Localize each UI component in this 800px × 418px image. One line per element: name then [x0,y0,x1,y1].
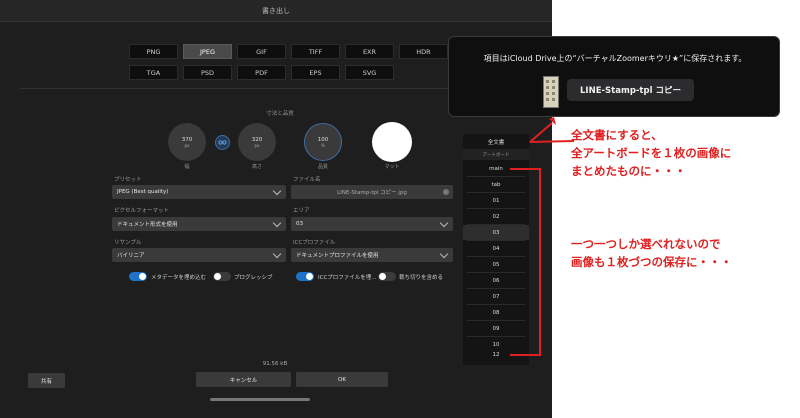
chevron-down-icon [272,186,282,196]
quality-label: 品質 [317,164,328,170]
icc-select[interactable]: ドキュメントプロファイルを使用 [291,248,453,262]
home-indicator [210,398,310,401]
format-jpeg[interactable]: JPEG [183,44,232,59]
note2-line: 一つ一つしか選べれないので [571,237,721,251]
annotation-note-1: 全文書にすると、 全アートボードを１枚の画像に まとめたものに・・・ [571,126,731,180]
include-bleed-toggle[interactable] [378,272,396,281]
list-item[interactable]: 01 [463,193,529,208]
annotation-bracket-top [510,168,540,170]
chevron-down-icon [439,249,449,259]
dialog-title: 書き出し [0,0,552,22]
list-item[interactable]: 05 [463,257,529,272]
list-item[interactable]: 02 [463,209,529,224]
resample-select[interactable]: バイリニア [112,248,286,262]
filename-input[interactable]: LINE-Stamp-tpl コピー.jpg [291,185,453,199]
list-item[interactable]: 06 [463,273,529,288]
embed-metadata-toggle[interactable] [129,272,147,281]
format-svg[interactable]: SVG [345,65,394,80]
note1-line: 全文書にすると、 [571,128,663,142]
width-label: 幅 [184,164,190,170]
annotation-note-2: 一つ一つしか選べれないので 画像も１枚づつの保存に・・・ [571,235,732,271]
preset-value: JPEG (Best quality) [117,189,169,195]
save-location-message: 項目はiCloud Drive上の“バーチャルZoomerキウリ★”に保存されま… [483,54,747,63]
width-dial[interactable]: 370 px [168,123,206,161]
matte-label: マット [384,164,400,170]
ok-button[interactable]: OK [296,372,388,387]
pixel-format-value: ドキュメント形式を使用 [117,222,178,228]
resample-value: バイリニア [117,253,145,259]
format-eps[interactable]: EPS [291,65,340,80]
quality-unit: % [321,142,325,148]
format-tiff[interactable]: TIFF [291,44,340,59]
format-hdr[interactable]: HDR [399,44,448,59]
share-button[interactable]: 共有 [28,373,65,388]
list-item[interactable]: tab [463,177,529,192]
list-item[interactable]: 08 [463,305,529,320]
embed-icc-label: ICCプロファイルを埋... [318,275,377,281]
resample-label: リサンプル [114,240,142,246]
filename-label: ファイル名 [293,177,321,183]
icc-label: ICCプロファイル [293,240,336,246]
link-aspect-button[interactable] [215,135,230,150]
document-thumbnail-icon [546,80,555,101]
format-pdf[interactable]: PDF [237,65,286,80]
chevron-down-icon [272,218,282,228]
embed-icc-toggle[interactable] [296,272,314,281]
format-gif[interactable]: GIF [237,44,286,59]
save-location-popup: 項目はiCloud Drive上の“バーチャルZoomerキウリ★”に保存されま… [448,36,780,117]
pixel-format-label: ピクセルフォーマット [114,208,170,214]
progressive-label: プログレッシブ [234,275,273,281]
preset-select[interactable]: JPEG (Best quality) [112,185,286,199]
pixel-format-select[interactable]: ドキュメント形式を使用 [112,217,286,231]
list-item[interactable]: 09 [463,321,529,336]
area-value: 03 [296,221,303,227]
embed-metadata-label: メタデータを埋め込む [151,275,207,281]
height-label: 高さ [251,164,262,170]
chevron-down-icon [272,249,282,259]
chain-link-icon [218,140,227,145]
include-bleed-label: 裁ち切りを含める [399,275,444,281]
width-unit: px [184,142,190,148]
height-dial[interactable]: 320 px [238,123,276,161]
icc-value: ドキュメントプロファイルを使用 [296,253,379,259]
file-size: 91.56 kB [262,361,288,367]
format-tga[interactable]: TGA [129,65,178,80]
size-quality-title: 寸法と品質 [266,111,294,117]
note2-line: 画像も１枚づつの保存に・・・ [571,255,732,269]
saved-file-button[interactable]: LINE-Stamp-tpl コピー [567,79,694,101]
annotation-bracket-side [539,168,541,356]
format-psd[interactable]: PSD [183,65,232,80]
height-unit: px [254,142,260,148]
annotation-bracket-bottom [510,354,540,356]
file-thumbnail [543,76,559,108]
preset-label: プリセット [114,177,142,183]
area-label: エリア [293,208,310,214]
chevron-down-icon [439,218,449,228]
filename-value: LINE-Stamp-tpl コピー.jpg [337,190,407,196]
format-exr[interactable]: EXR [345,44,394,59]
quality-dial[interactable]: 100 % [304,123,342,161]
area-select[interactable]: 03 [291,217,453,231]
note1-line: まとめたものに・・・ [571,164,686,178]
list-item-selected[interactable]: 03 [463,225,529,240]
cancel-button[interactable]: キャンセル [196,372,291,387]
matte-swatch[interactable] [372,122,412,162]
format-png[interactable]: PNG [129,44,178,59]
list-item[interactable]: 07 [463,289,529,304]
progressive-toggle[interactable] [213,272,231,281]
clear-icon[interactable] [443,189,449,195]
note1-line: 全アートボードを１枚の画像に [571,146,732,160]
list-item[interactable]: 04 [463,241,529,256]
